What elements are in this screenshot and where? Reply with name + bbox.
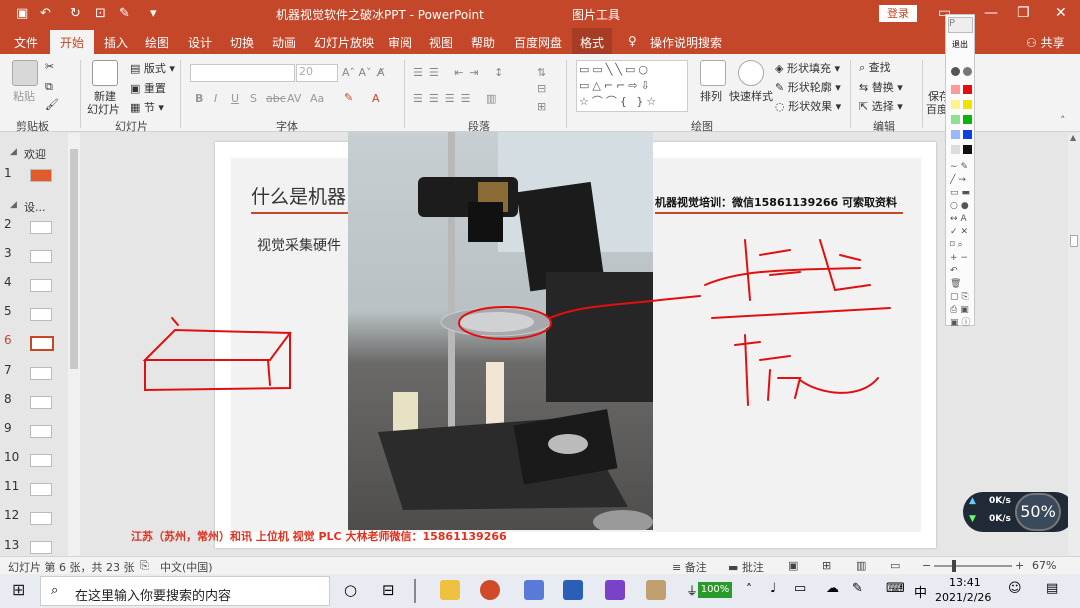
- powerpoint-icon[interactable]: [480, 580, 500, 600]
- emoji-icon[interactable]: ☺: [1008, 581, 1022, 596]
- ink-annotations: [142, 239, 891, 406]
- notes-button[interactable]: ≡ 备注: [672, 559, 707, 575]
- ink-char-source: [734, 334, 879, 406]
- windows-start-icon[interactable]: ⊞: [12, 580, 25, 599]
- visual-studio-icon[interactable]: [605, 580, 625, 600]
- word-icon[interactable]: [563, 580, 583, 600]
- upload-icon: ▲: [969, 496, 976, 506]
- tray-expand-icon[interactable]: ˄: [746, 582, 752, 596]
- clock-date[interactable]: 2021/2/26: [935, 591, 991, 604]
- normal-view-icon[interactable]: ▣: [788, 559, 798, 572]
- file-explorer-icon[interactable]: [440, 580, 460, 600]
- color-swatch[interactable]: [963, 85, 972, 94]
- zoom-in-icon[interactable]: +: [1015, 559, 1024, 572]
- color-swatch[interactable]: [951, 115, 960, 124]
- scrollbar-thumb[interactable]: [1070, 235, 1078, 247]
- pen-toolbar-exit[interactable]: 退出: [952, 39, 968, 50]
- ink-circle: [458, 306, 552, 340]
- zoom-out-icon[interactable]: −: [922, 559, 931, 572]
- reading-view-icon[interactable]: ▥: [856, 559, 866, 572]
- sorter-view-icon[interactable]: ⊞: [822, 559, 831, 572]
- network-meter: ▲ 0K/s ▼ 0K/s 50%: [963, 492, 1075, 532]
- app-icon[interactable]: [524, 580, 544, 600]
- color-swatch[interactable]: [963, 115, 972, 124]
- battery-icon[interactable]: ▭: [794, 581, 806, 596]
- zoom-slider-handle[interactable]: [952, 560, 956, 572]
- plug-icon[interactable]: ⏚: [686, 582, 698, 599]
- spellcheck-icon[interactable]: ⎘: [140, 559, 149, 573]
- color-swatch[interactable]: [951, 85, 960, 94]
- color-swatch[interactable]: [963, 130, 972, 139]
- app-icon-2[interactable]: [646, 580, 666, 600]
- keyboard-icon[interactable]: ⌨: [886, 581, 905, 596]
- search-icon: ⌕: [51, 583, 59, 598]
- download-icon: ▼: [969, 514, 976, 524]
- pen-tray-icon[interactable]: ✎: [852, 581, 863, 596]
- upload-speed: 0K/s: [989, 496, 1011, 506]
- comments-label: 批注: [741, 561, 764, 574]
- pen-tool-icons[interactable]: ∼✎ ╱→ ▭▬ ○● ↔A ✓✕ ⌑⌕ +− ↶🗑 ▢⎘ ⎙▣ ▣ⓘ: [950, 161, 974, 330]
- ink-stroke-2: [711, 307, 891, 319]
- battery-indicator[interactable]: 100%: [698, 582, 732, 598]
- pen-size-icon[interactable]: [963, 67, 972, 76]
- clock-time[interactable]: 13:41: [949, 576, 981, 589]
- mic-icon[interactable]: ♩: [770, 581, 776, 596]
- color-swatch[interactable]: [951, 100, 960, 109]
- color-swatch[interactable]: [963, 100, 972, 109]
- taskbar-search-box[interactable]: ⌕ 在这里输入你要搜索的内容: [40, 576, 330, 606]
- zoom-slider[interactable]: [934, 560, 1012, 572]
- ime-indicator[interactable]: 中: [914, 582, 927, 601]
- zoom-level[interactable]: 67%: [1032, 559, 1056, 572]
- language-indicator[interactable]: 中文(中国): [160, 559, 213, 575]
- pen-toolbar: P 退出 ∼✎ ╱→ ▭▬ ○● ↔A ✓✕ ⌑⌕ +− ↶🗑 ▢⎘ ⎙▣ ▣ⓘ: [945, 14, 975, 328]
- notification-icon[interactable]: ▤: [1046, 581, 1058, 596]
- download-speed: 0K/s: [989, 514, 1011, 524]
- status-bar: 幻灯片 第 6 张，共 23 张 ⎘ 中文(中国) ≡ 备注 ▬ 批注 ▣ ⊞ …: [0, 556, 1080, 574]
- pen-toolbar-title: P: [948, 17, 973, 33]
- color-swatch[interactable]: [951, 145, 960, 154]
- slide-counter: 幻灯片 第 6 张，共 23 张: [8, 561, 135, 574]
- ink-dot: [171, 317, 179, 326]
- slideshow-view-icon[interactable]: ▭: [890, 559, 900, 572]
- task-view-icon[interactable]: ⊟: [382, 581, 395, 599]
- search-placeholder: 在这里输入你要搜索的内容: [75, 589, 232, 604]
- notes-label: 备注: [684, 561, 707, 574]
- ink-box-edge: [267, 359, 271, 386]
- color-swatch[interactable]: [963, 145, 972, 154]
- scroll-up-icon[interactable]: ▲: [1070, 133, 1076, 142]
- comments-button[interactable]: ▬ 批注: [728, 559, 764, 575]
- slide-scrollbar[interactable]: ▲: [1068, 133, 1080, 556]
- pen-size-icon[interactable]: [951, 67, 960, 76]
- color-swatch[interactable]: [951, 130, 960, 139]
- ink-arrow-line: [549, 295, 701, 319]
- cortana-icon[interactable]: ○: [344, 581, 357, 599]
- windows-taskbar: ⊞ ⌕ 在这里输入你要搜索的内容 ○ ⊟ ⏚ 100% ˄ ♩ ▭ ☁ ✎ ⌨ …: [0, 574, 1080, 608]
- network-icon[interactable]: ☁: [826, 581, 839, 596]
- cpu-percent: 50%: [1015, 493, 1061, 531]
- ink-box-top: [142, 328, 292, 361]
- taskbar-divider: [414, 579, 416, 603]
- ink-stroke-1: [704, 267, 861, 286]
